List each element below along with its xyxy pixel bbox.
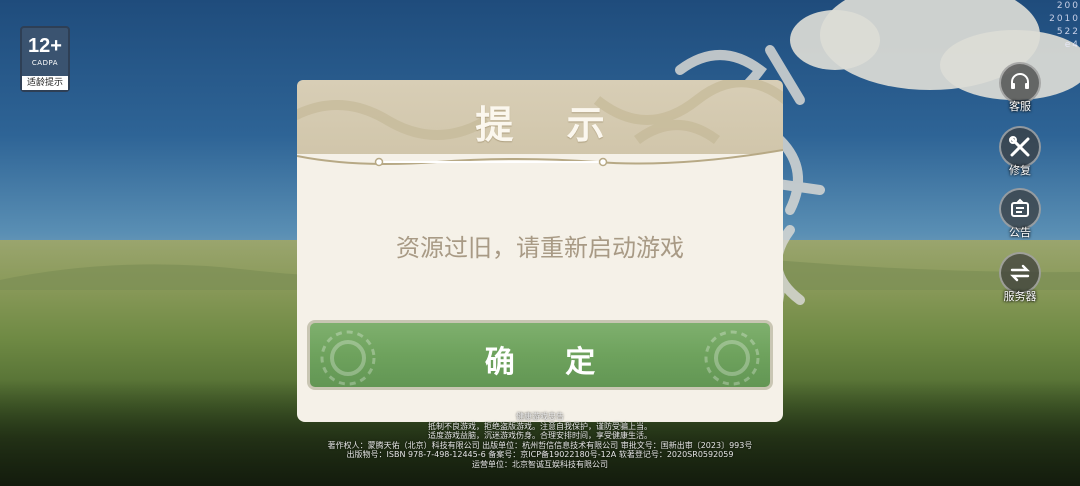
corner-text-line: e4 [1064,40,1080,50]
footer-line: 出版物号：ISBN 978-7-498-12445-6 备案号：京ICP备190… [346,450,734,460]
age-rating-number: 12+ [28,35,62,57]
footer-line: 著作权人：蒙腾天佑（北京）科技有限公司 出版单位：杭州哲信信息技术有限公司 审批… [327,440,753,450]
side-button-label: 服务器 [1003,290,1037,303]
confirm-button-label: 确 定 [484,345,616,380]
server-button[interactable]: 服务器 [996,252,1044,304]
footer-heading: 健康游戏忠告 [516,412,564,421]
dialog-title: 提 示 [475,103,625,147]
side-button-label: 公告 [1009,226,1031,239]
repair-button[interactable]: 修复 [996,126,1044,178]
health-advisory-footer: 健康游戏忠告 抵制不良游戏，拒绝盗版游戏。注意自我保护，谨防受骗上当。 适度游戏… [0,412,1080,470]
side-button-label: 修复 [1009,164,1031,177]
corner-text-line: 2010 [1049,14,1080,24]
header-wave-divider [297,149,783,182]
customer-service-button[interactable]: 客服 [996,62,1044,114]
corner-text-line: 522 [1056,27,1080,37]
footer-line: 运营单位：北京智诚互娱科技有限公司 [472,459,608,469]
footer-line: 抵制不良游戏，拒绝盗版游戏。注意自我保护，谨防受骗上当。 [428,421,652,431]
dialog-message: 资源过旧，请重新启动游戏 [396,234,684,262]
alert-dialog: 提 示 资源过旧，请重新启动游戏 确 定 [297,80,783,422]
age-rating-org: CADPA [31,59,59,67]
age-rating-badge: 12+ CADPA 适龄提示 [20,26,70,92]
corner-version-text: 200 2010 522 e4 [1010,0,1080,52]
confirm-button[interactable]: 确 定 [307,320,773,390]
footer-line: 适度游戏益脑，沉迷游戏伤身。合理安排时间，享受健康生活。 [428,431,652,441]
age-rating-tip: 适龄提示 [22,76,68,90]
corner-text-line: 200 [1056,1,1080,11]
notice-button[interactable]: 公告 [996,188,1044,240]
side-button-label: 客服 [1009,100,1031,113]
